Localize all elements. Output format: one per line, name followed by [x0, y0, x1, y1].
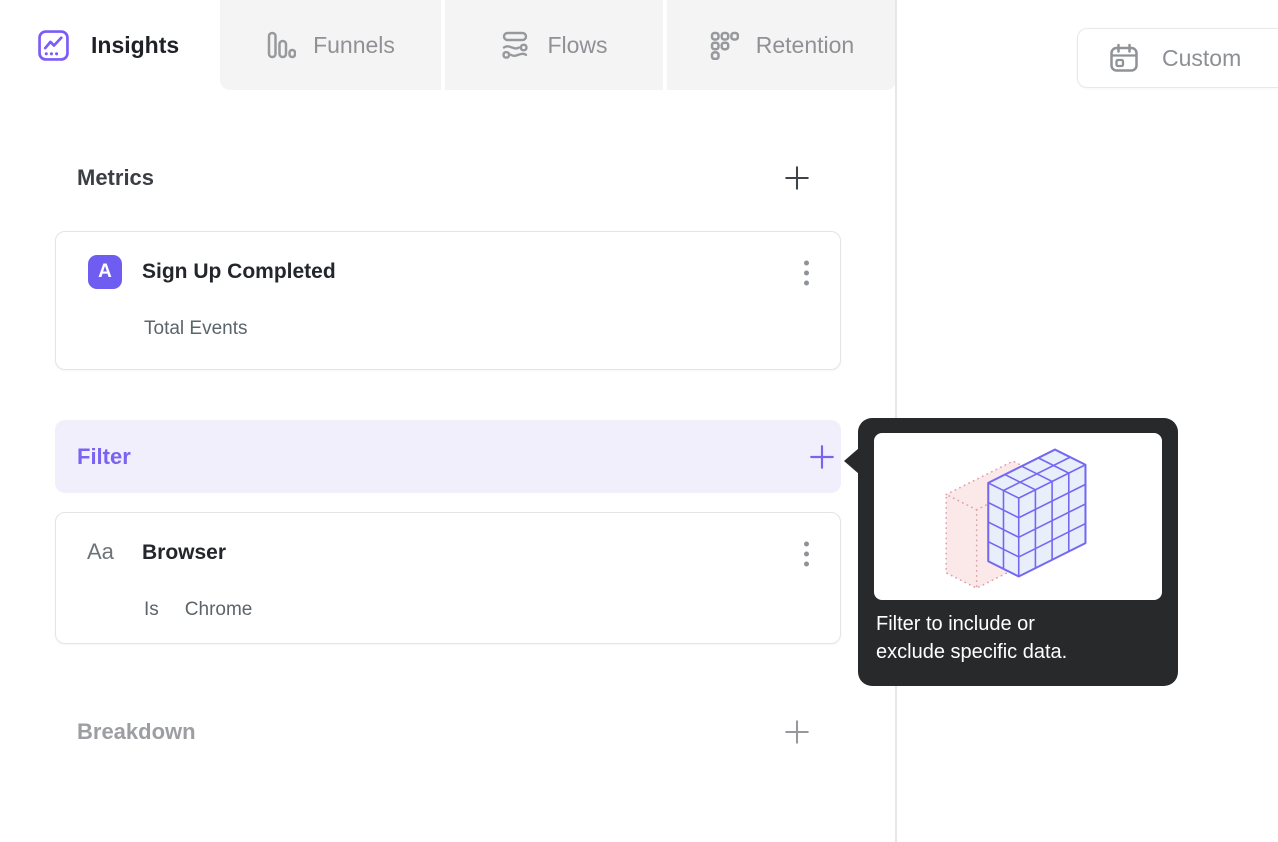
kebab-icon [803, 541, 809, 567]
string-property-icon: Aa [87, 539, 114, 564]
breakdown-title: Breakdown [77, 719, 196, 744]
filter-title: Filter [77, 443, 131, 469]
metrics-title: Metrics [77, 165, 155, 190]
filter-kebab-menu[interactable] [802, 539, 810, 569]
retention-dots-icon [709, 30, 739, 60]
calendar-icon [1108, 42, 1140, 74]
insights-chart-icon [38, 29, 69, 61]
filter-property-name[interactable]: Browser [142, 541, 226, 565]
metrics-section-header: Metrics [0, 158, 896, 198]
tab-flows[interactable]: Flows [445, 0, 663, 90]
metric-kebab-menu[interactable] [802, 258, 810, 288]
tooltip-text: Filter to include or exclude specific da… [876, 610, 1162, 666]
tab-insights[interactable]: Insights [0, 0, 218, 90]
metric-event-name[interactable]: Sign Up Completed [142, 260, 336, 284]
date-range-label: Custom [1162, 44, 1242, 71]
tooltip-text-line1: Filter to include or [876, 613, 1035, 635]
tooltip-text-line2: exclude specific data. [876, 641, 1068, 663]
funnels-bars-icon [266, 30, 297, 60]
plus-icon [785, 166, 809, 190]
metric-series-badge: A [88, 255, 122, 289]
tab-flows-label: Flows [547, 31, 608, 58]
flows-icon [500, 30, 530, 60]
filter-section-row[interactable]: Filter [55, 420, 841, 493]
data-cube-icon [945, 448, 1087, 589]
breakdown-section-header: Breakdown [0, 712, 896, 752]
plus-icon [810, 444, 834, 469]
kebab-icon [803, 260, 809, 286]
filter-operator[interactable]: Is [144, 599, 159, 620]
filter-value[interactable]: Chrome [185, 599, 253, 620]
metric-measure[interactable]: Total Events [144, 318, 248, 340]
add-metric-button[interactable] [782, 163, 812, 193]
plus-icon [785, 720, 809, 744]
metric-card[interactable]: A Sign Up Completed Total Events [55, 231, 841, 370]
filter-help-tooltip: Filter to include or exclude specific da… [844, 418, 1178, 686]
tooltip-arrow [844, 448, 859, 474]
insights-report-builder: Insights Funnels Flows Retention Custom … [0, 0, 1278, 842]
tab-retention[interactable]: Retention [667, 0, 896, 90]
filter-card[interactable]: Aa Browser Is Chrome [55, 512, 841, 644]
tab-retention-label: Retention [755, 31, 855, 58]
add-filter-button[interactable] [807, 442, 837, 472]
tab-insights-label: Insights [91, 31, 180, 58]
date-range-custom-button[interactable]: Custom [1077, 28, 1278, 88]
add-breakdown-button[interactable] [782, 717, 812, 747]
tab-funnels-label: Funnels [313, 31, 395, 58]
tab-funnels[interactable]: Funnels [220, 0, 441, 90]
filter-cube-illustration [874, 433, 1162, 600]
